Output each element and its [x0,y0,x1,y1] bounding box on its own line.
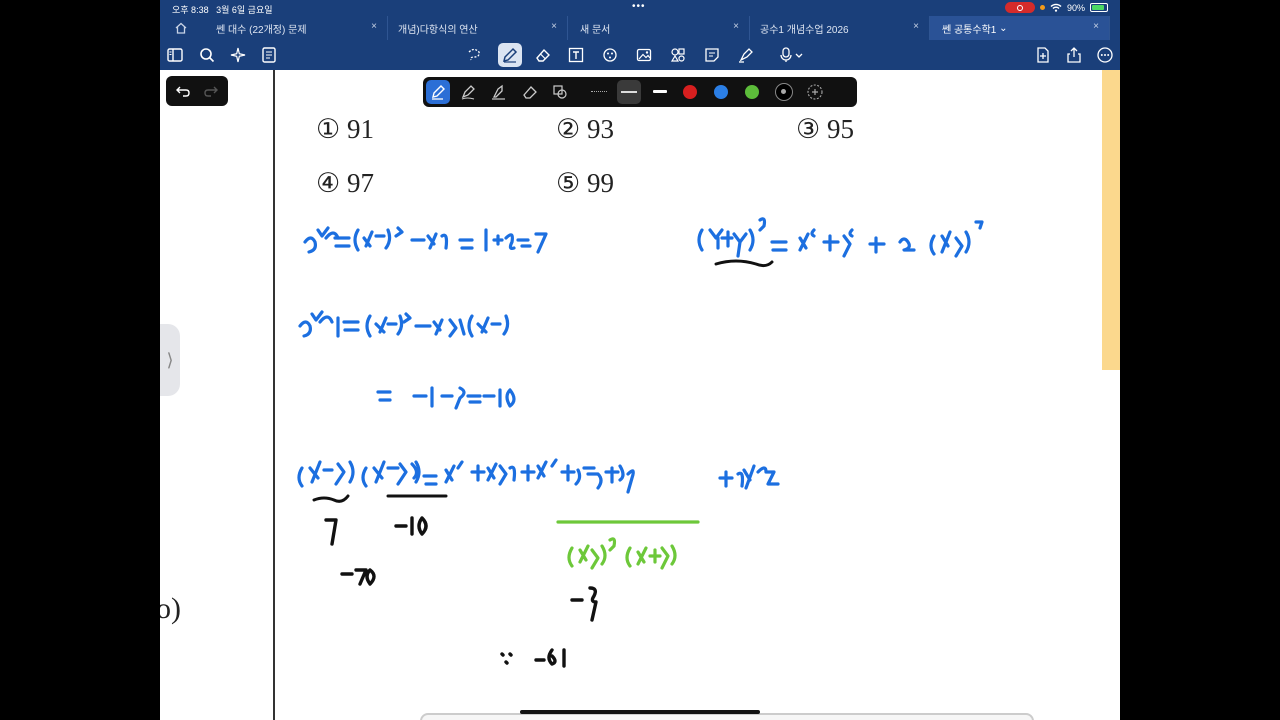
tab-label: 쎈 공통수학1 [942,24,997,36]
stroke-width-medium-active[interactable] [617,80,641,104]
pen-palette [423,77,857,107]
ink-underline-x1 [312,494,350,503]
shapes-icon[interactable] [601,46,619,64]
close-icon[interactable]: × [551,21,557,32]
tab-new-document[interactable]: 새 문서 × [568,16,750,40]
search-icon[interactable] [198,46,216,64]
lasso-icon[interactable] [465,46,483,64]
sparkle-icon[interactable] [229,46,247,64]
ball-pen-icon[interactable] [459,83,477,101]
screen-record-indicator[interactable] [1004,2,1035,13]
status-right: 90% [1004,2,1108,13]
eraser-icon[interactable] [521,83,539,101]
status-time: 오후 8:38 [172,5,209,15]
ink-line-3 [297,458,780,494]
ink-green-expression [567,537,677,570]
highlighter-icon[interactable] [737,46,755,64]
image-icon[interactable] [635,46,653,64]
doc-outline-icon[interactable] [260,46,278,64]
home-icon[interactable] [174,21,188,35]
battery-percent: 90% [1066,2,1085,13]
eraser-icon[interactable] [534,46,552,64]
tool-bar [160,40,1120,70]
close-icon[interactable]: × [913,21,919,32]
stroke-width-thin[interactable] [591,91,607,92]
wifi-icon [1050,3,1062,12]
chevron-down-icon[interactable]: ⌄ [999,23,1007,34]
redo-icon[interactable] [202,82,220,100]
add-color-icon[interactable] [806,83,824,101]
battery-icon [1090,3,1108,12]
status-bar: 오후 8:38 3월 6일 금요일 ••• 90% [160,0,1120,16]
ipad-screen: 오후 8:38 3월 6일 금요일 ••• 90% 쎈 대수 (22개정) 문제… [160,0,1120,720]
stroke-width-thick[interactable] [653,90,667,93]
tab-bar: 쎈 대수 (22개정) 문제 × 개념)다항식의 연산 × 새 문서 × 공수1… [160,16,1120,40]
record-icon [1016,4,1023,11]
color-swatch-blue[interactable] [714,85,728,99]
tab-label: 새 문서 [580,24,611,36]
elements-icon[interactable] [669,46,687,64]
bottom-page-edge [420,713,1034,720]
share-icon[interactable] [1065,46,1083,64]
close-icon[interactable]: × [371,21,377,32]
document-page[interactable]: ⟩ o) ① 91 ② 93 ③ 95 ④ 97 ⑤ 99 [160,70,1120,720]
color-swatch-green[interactable] [745,85,759,99]
tab-label: 개념)다항식의 연산 [398,24,478,36]
tab-polynomial-operations[interactable]: 개념)다항식의 연산 × [388,16,568,40]
tab-label: 쎈 대수 (22개정) 문제 [216,24,307,36]
status-time-date: 오후 8:38 3월 6일 금요일 [172,3,273,16]
ink-top-right [697,217,984,258]
brush-pen-icon[interactable] [490,83,508,101]
ink-line-1 [303,226,548,254]
tab-ssen-algebra[interactable]: 쎈 대수 (22개정) 문제 × [200,16,388,40]
tab-label: 공수1 개념수업 2026 [760,24,849,36]
fountain-pen-icon[interactable] [429,83,447,101]
status-date: 3월 6일 금요일 [216,5,273,15]
tab-common-math-lecture[interactable]: 공수1 개념수업 2026 × [750,16,930,40]
ink-black-values [324,516,598,668]
tab-ssen-common-math1[interactable]: 쎈 공통수학1 ⌄ × [930,16,1110,40]
pen-icon[interactable] [501,46,519,64]
home-indicator[interactable] [520,710,760,714]
ink-underline-black [714,259,774,268]
undo-icon[interactable] [174,82,192,100]
new-page-icon[interactable] [1034,46,1052,64]
close-icon[interactable]: × [733,21,739,32]
mic-icon[interactable] [778,46,806,64]
mic-in-use-indicator [1039,5,1045,10]
color-swatch-red[interactable] [683,85,697,99]
handwritten-ink-layer[interactable] [160,70,1120,720]
sidebar-icon[interactable] [166,46,184,64]
close-icon[interactable]: × [1093,21,1099,32]
textbox-icon[interactable] [567,46,585,64]
more-icon[interactable] [1096,46,1114,64]
ink-line-2 [298,310,516,410]
sticky-note-icon[interactable] [703,46,721,64]
undo-redo-group [166,76,228,106]
color-swatch-black-selected[interactable] [775,83,793,101]
multitask-dots[interactable]: ••• [632,1,646,12]
shape-recognition-icon[interactable] [551,83,569,101]
